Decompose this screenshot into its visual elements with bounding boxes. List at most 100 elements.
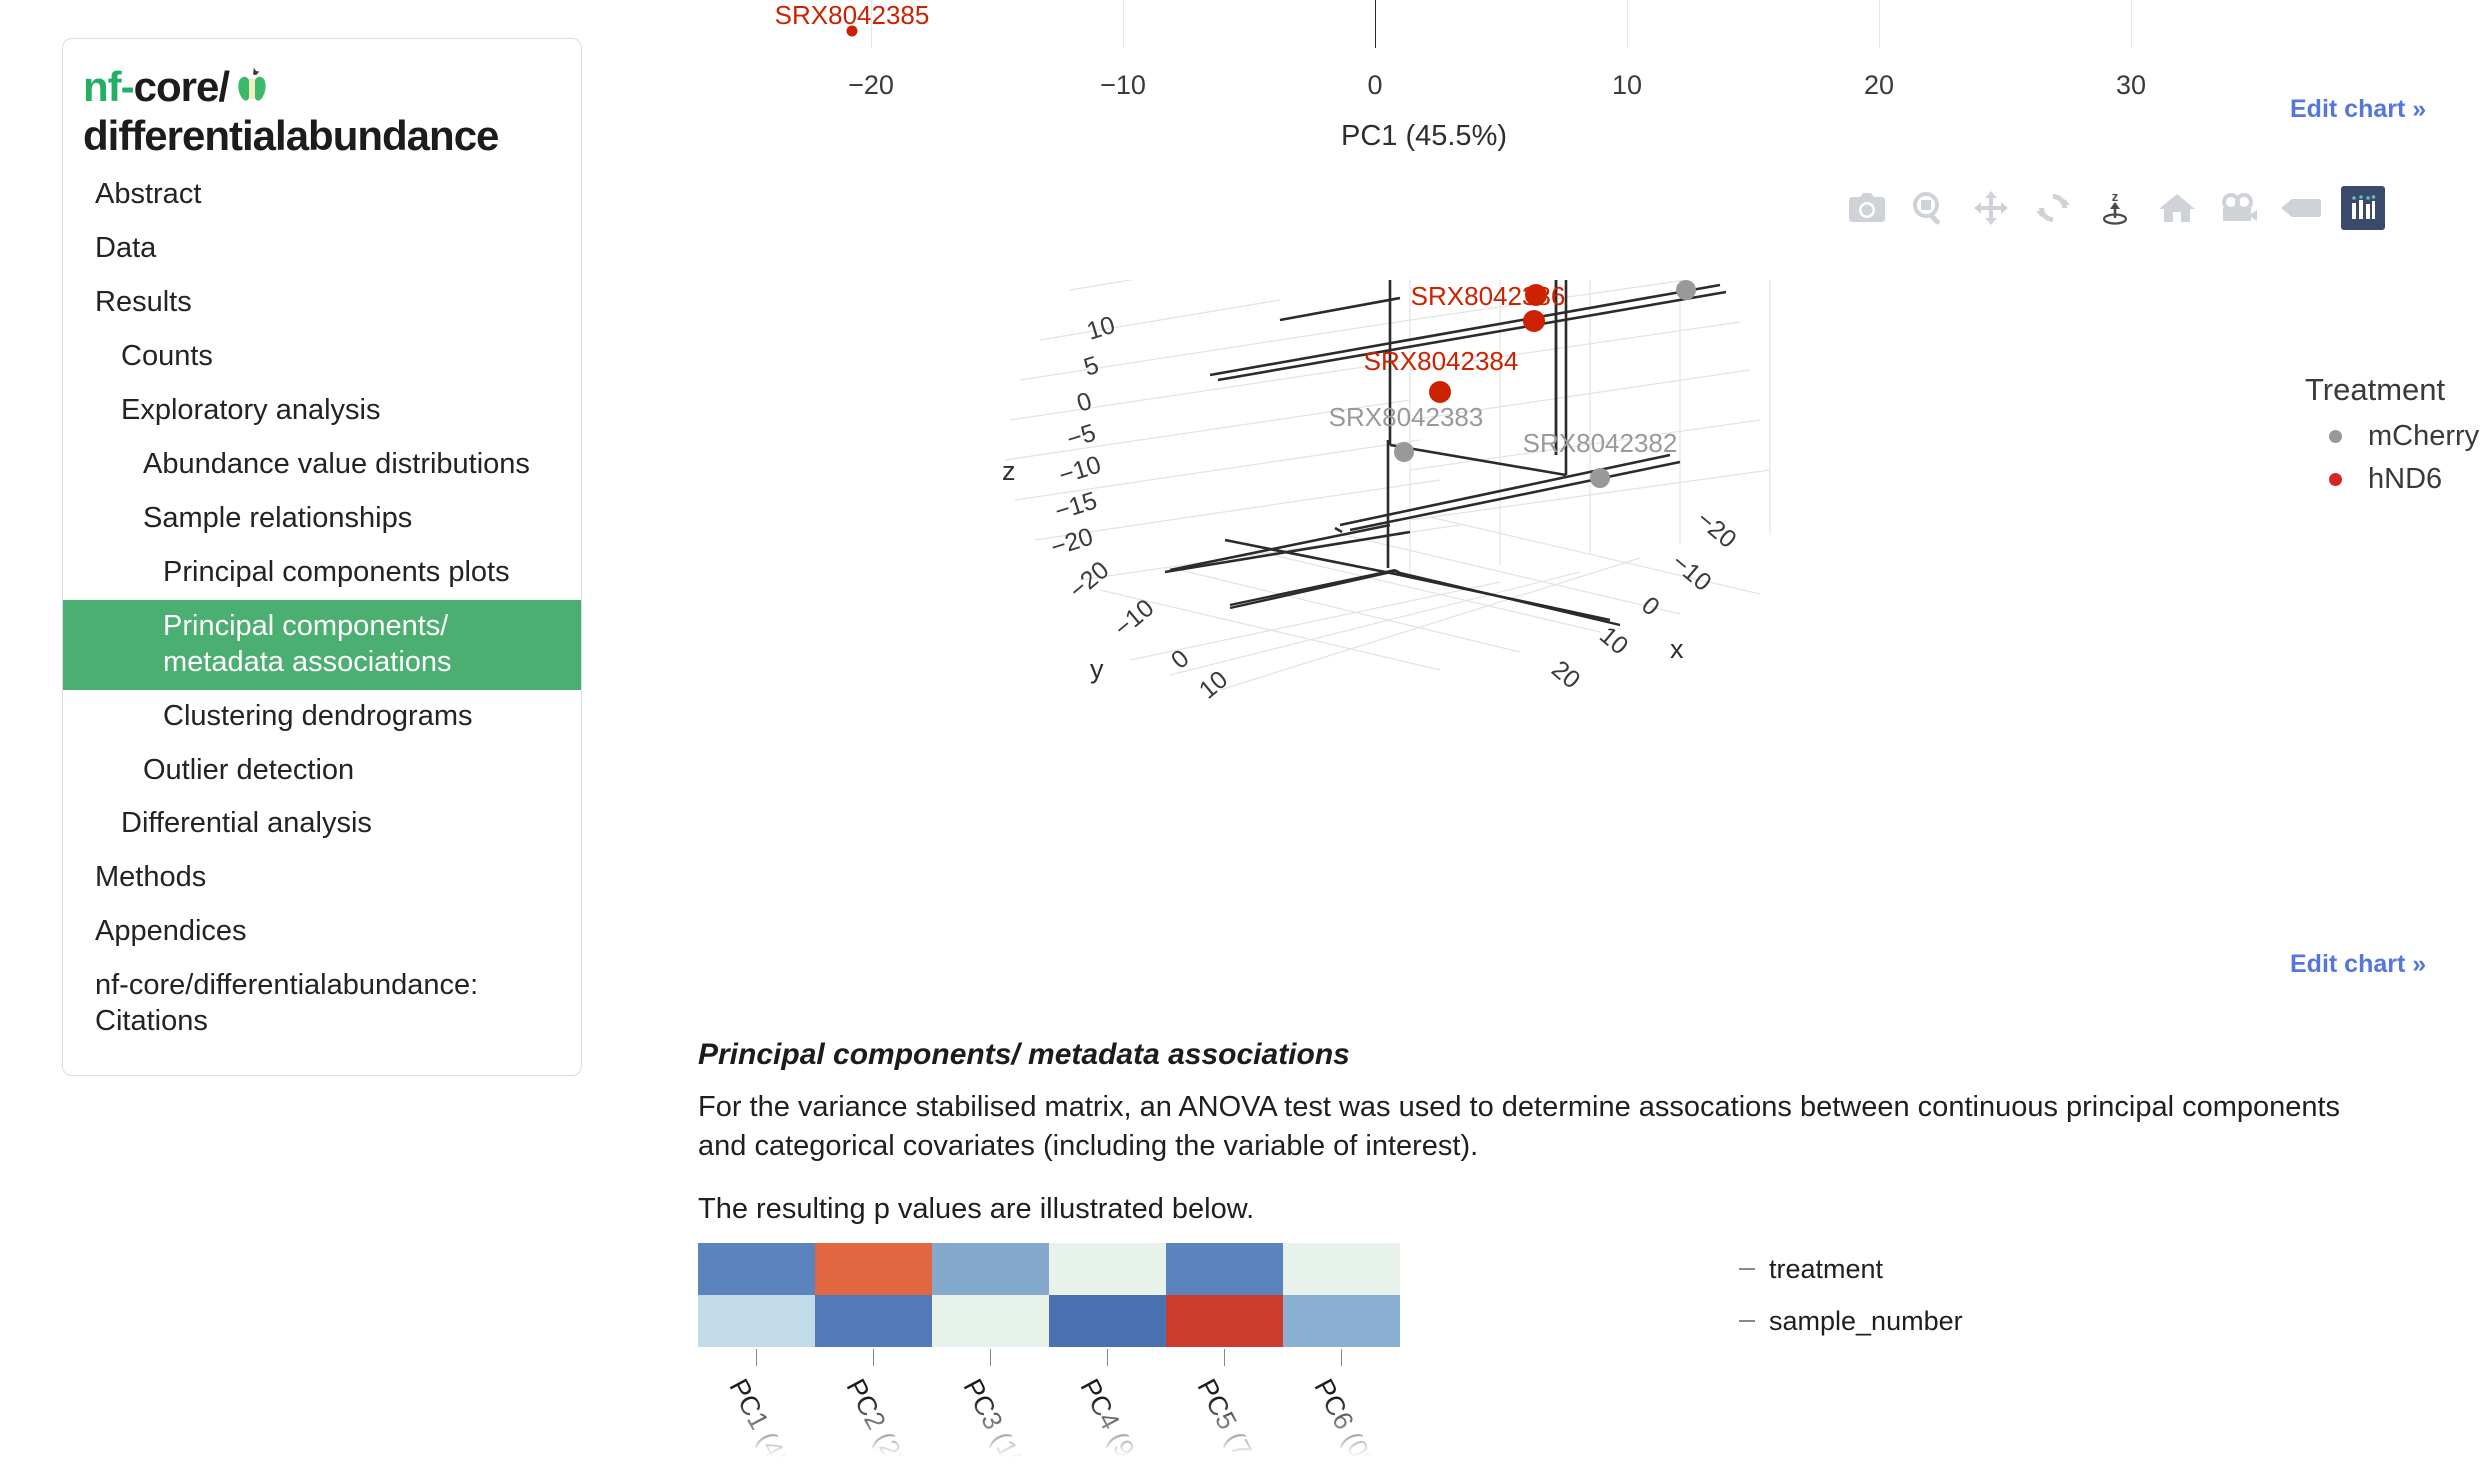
toc-item-label[interactable]: Clustering dendrograms — [63, 690, 581, 744]
heatmap-cell-sample_number-PC5 (7.6%)[interactable] — [1166, 1295, 1283, 1347]
x-axis-title: x — [1670, 634, 1684, 664]
toc-item-8[interactable]: Principal components/ metadata associati… — [63, 599, 581, 690]
y-tick-0: −20 — [1064, 556, 1114, 605]
toc-item-label[interactable]: Outlier detection — [63, 744, 581, 798]
turntable-rotation-icon[interactable]: z — [2093, 186, 2137, 230]
y-tick-3: 10 — [1194, 665, 1233, 700]
legend-label-hND6: hND6 — [2368, 463, 2443, 495]
x-tick-4: 20 — [1546, 655, 1585, 694]
heatmap-cell-sample_number-PC2 (22.3%)[interactable] — [815, 1295, 932, 1347]
x-tick-1: −10 — [1100, 70, 1146, 100]
heatmap-cell-treatment-PC3 (15.4%)[interactable] — [932, 1243, 1049, 1295]
z-tick-6: −20 — [1048, 523, 1097, 562]
toc-item-label[interactable]: Methods — [63, 851, 581, 905]
pca-metadata-heatmap[interactable] — [698, 1243, 1400, 1347]
toc-item-label[interactable]: Counts — [63, 330, 581, 384]
heatmap-cell-sample_number-PC3 (15.4%)[interactable] — [932, 1295, 1049, 1347]
x-tick-3: 10 — [1594, 621, 1633, 660]
toc-item-7[interactable]: Principal components plots — [63, 546, 581, 600]
toc-item-label[interactable]: Abundance value distributions — [63, 438, 581, 492]
point-SRX8042382 — [1590, 468, 1610, 488]
edit-chart-link-3d[interactable]: Edit chart » — [2290, 950, 2426, 979]
main-content: SRX8042385 −20 −10 0 10 20 30 PC1 (45.5%… — [600, 0, 2490, 1468]
heatmap-tick-3 — [1107, 1349, 1108, 1366]
edit-chart-link-top[interactable]: Edit chart » — [2290, 95, 2426, 124]
heatmap-row-label-sample_number: sample_number — [1739, 1295, 1963, 1347]
z-tick-1: 5 — [1081, 351, 1102, 382]
toc-item-14[interactable]: nf-core/differentialabundance: Citations — [63, 959, 581, 1049]
toc-item-0[interactable]: Abstract — [63, 168, 581, 222]
brand-prefix: nf- — [83, 63, 135, 110]
heatmap-cell-treatment-PC2 (22.3%)[interactable] — [815, 1243, 932, 1295]
point-SRX8042381 — [1676, 280, 1696, 300]
heatmap-row-label-treatment: treatment — [1739, 1243, 1963, 1295]
heatmap-cell-sample_number-PC1 (45.5%)[interactable] — [698, 1295, 815, 1347]
point-label-SRX8042383: SRX8042383 — [1329, 402, 1484, 432]
point-label-SRX8042382: SRX8042382 — [1523, 428, 1678, 458]
spike-lines-icon[interactable] — [2341, 186, 2385, 230]
heatmap-x-label-4: PC5 (7.6%) — [1191, 1374, 1284, 1468]
section-heading: Principal components/ metadata associati… — [698, 1038, 1350, 1071]
heatmap-cell-treatment-PC5 (7.6%)[interactable] — [1166, 1243, 1283, 1295]
toc-item-10[interactable]: Outlier detection — [63, 744, 581, 798]
heatmap-x-label-1: PC2 (22.3%) — [840, 1374, 940, 1468]
row-label-text: treatment — [1769, 1253, 1884, 1284]
plotly-modebar: z — [1845, 186, 2385, 230]
heatmap-cell-sample_number-PC4 (9.2%)[interactable] — [1049, 1295, 1166, 1347]
toc-item-label[interactable]: Results — [63, 276, 581, 330]
toc-item-label[interactable]: Abstract — [63, 168, 581, 222]
heatmap-x-label-3: PC4 (9.2%) — [1074, 1374, 1167, 1468]
heatmap-x-label-2: PC3 (15.4%) — [957, 1374, 1057, 1468]
legend-item-mCherry[interactable]: mCherry — [2329, 420, 2479, 453]
legend-swatch-hND6 — [2329, 473, 2342, 486]
toc-item-2[interactable]: Results — [63, 276, 581, 330]
toc-item-11[interactable]: Differential analysis — [63, 797, 581, 851]
toc-item-label[interactable]: Data — [63, 222, 581, 276]
camera-icon[interactable] — [1845, 186, 1889, 230]
treatment-legend: Treatment mCherry hND6 — [2305, 372, 2479, 506]
heatmap-row-labels: treatment sample_number — [1739, 1243, 1963, 1347]
x-tick-5: 30 — [2115, 70, 2147, 100]
toc-item-label[interactable]: Principal components plots — [63, 546, 581, 600]
scatter-point[interactable] — [846, 25, 858, 37]
section-paragraph-2: The resulting p values are illustrated b… — [698, 1193, 1255, 1225]
toc-item-4[interactable]: Exploratory analysis — [63, 384, 581, 438]
heatmap-cell-treatment-PC4 (9.2%)[interactable] — [1049, 1243, 1166, 1295]
toc-item-9[interactable]: Clustering dendrograms — [63, 690, 581, 744]
heatmap-cell-treatment-PC6 (0%)[interactable] — [1283, 1243, 1400, 1295]
heatmap-cell-treatment-PC1 (45.5%)[interactable] — [698, 1243, 815, 1295]
z-tick-3: −5 — [1064, 419, 1099, 454]
pca-3d-chart[interactable]: 10 5 0 −5 −10 −15 −20 z −20 −10 0 10 y −… — [980, 280, 2040, 700]
toc-item-5[interactable]: Abundance value distributions — [63, 438, 581, 492]
toc-item-13[interactable]: Appendices — [63, 905, 581, 959]
toc-item-label[interactable]: Exploratory analysis — [63, 384, 581, 438]
toc-item-label[interactable]: nf-core/differentialabundance: Citations — [63, 959, 581, 1049]
toc-item-label[interactable]: Principal components/ metadata associati… — [63, 600, 581, 690]
z-tick-4: −10 — [1056, 451, 1105, 490]
heatmap-cell-sample_number-PC6 (0%)[interactable] — [1283, 1295, 1400, 1347]
legend-item-hND6[interactable]: hND6 — [2329, 463, 2479, 496]
x-tick-4: 20 — [1863, 70, 1895, 100]
orbital-rotation-icon[interactable] — [2031, 186, 2075, 230]
camcorder-icon[interactable] — [2217, 186, 2261, 230]
toc-item-12[interactable]: Methods — [63, 851, 581, 905]
point-SRX8042386 — [1523, 310, 1545, 332]
toc-item-label[interactable]: Sample relationships — [63, 492, 581, 546]
legend-swatch-mCherry — [2329, 430, 2342, 443]
toc-item-6[interactable]: Sample relationships — [63, 492, 581, 546]
toc-item-3[interactable]: Counts — [63, 330, 581, 384]
pan-icon[interactable] — [1969, 186, 2013, 230]
home-icon[interactable] — [2155, 186, 2199, 230]
svg-text:z: z — [2112, 190, 2119, 204]
toc-item-label[interactable]: Differential analysis — [63, 797, 581, 851]
z-tick-5: −15 — [1052, 487, 1101, 526]
zoom-icon[interactable] — [1907, 186, 1951, 230]
x-tick-2: 0 — [1636, 591, 1665, 621]
hover-closest-icon[interactable] — [2279, 186, 2323, 230]
y-axis-title: y — [1090, 654, 1104, 684]
x-axis-title: PC1 (45.5%) — [1340, 120, 1508, 152]
toc-item-1[interactable]: Data — [63, 222, 581, 276]
section-paragraph-1: For the variance stabilised matrix, an A… — [698, 1091, 2341, 1162]
legend-title: Treatment — [2305, 372, 2446, 407]
toc-item-label[interactable]: Appendices — [63, 905, 581, 959]
